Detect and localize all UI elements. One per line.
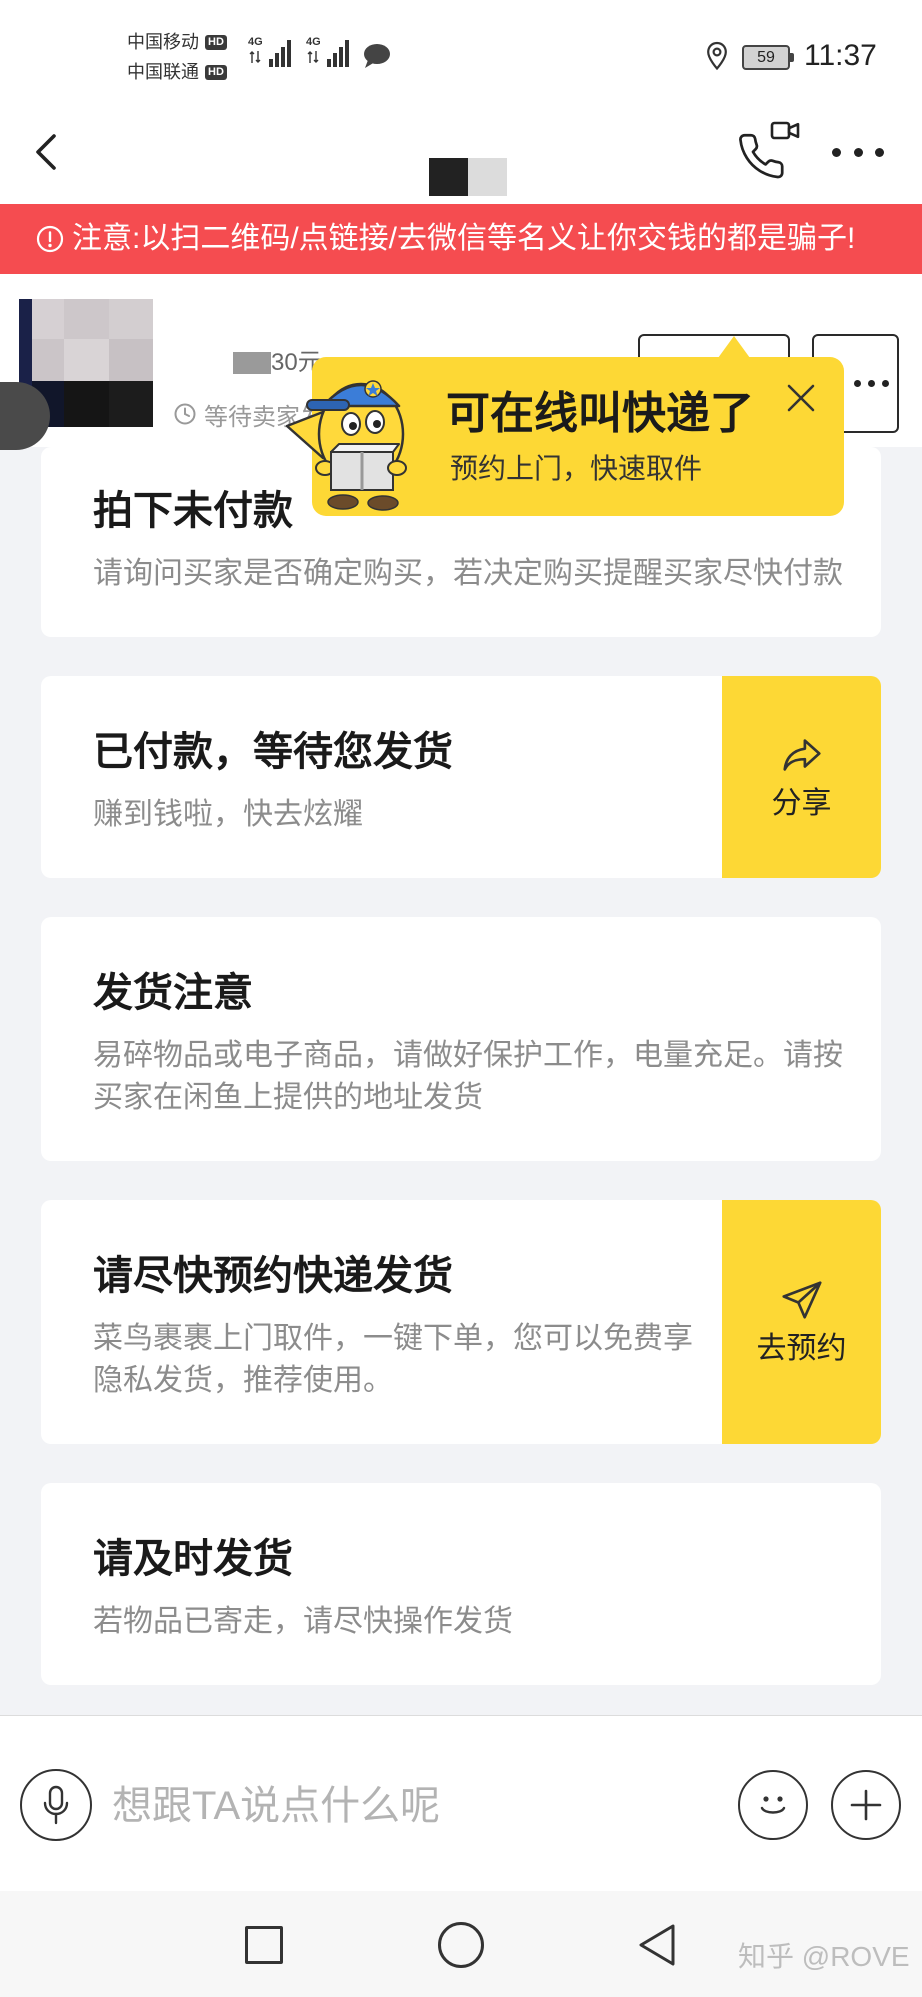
microphone-icon xyxy=(43,1785,69,1825)
card-description-line: 赚到钱啦，快去炫耀 xyxy=(93,798,363,831)
card-description-line: 若物品已寄走，请尽快操作发货 xyxy=(93,1605,513,1638)
card-description-line: 请询问买家是否确定购买，若决定购买提醒买家尽快付款 xyxy=(93,557,843,590)
message-input[interactable] xyxy=(112,1775,532,1837)
price-redaction xyxy=(233,352,271,374)
system-message-list: 拍下未付款 请询问买家是否确定购买，若决定购买提醒买家尽快付款 已付款，等待您发… xyxy=(41,447,881,1685)
network-type-1: 4G xyxy=(248,36,263,48)
status-bar: 中国移动 HD 中国联通 HD 4G 4G 59 11:37 xyxy=(0,0,922,102)
more-actions-button[interactable] xyxy=(831,1770,901,1840)
back-button[interactable] xyxy=(30,128,70,176)
card-paid-awaiting-shipment: 已付款，等待您发货 赚到钱啦，快去炫耀 分享 xyxy=(41,676,881,878)
tooltip-title: 可在线叫快递了 xyxy=(446,389,754,438)
battery-level: 59 xyxy=(757,49,775,66)
system-navigation-bar: 知乎 @ROVE xyxy=(0,1891,922,1997)
carrier-2-name: 中国联通 xyxy=(127,62,199,82)
signal-icon: 4G xyxy=(248,36,296,70)
voice-button[interactable] xyxy=(20,1769,92,1841)
book-pickup-label: 去预约 xyxy=(756,1332,847,1365)
carrier-1-name: 中国移动 xyxy=(127,32,199,52)
share-button[interactable]: 分享 xyxy=(722,676,881,878)
card-description: 若物品已寄走，请尽快操作发货 xyxy=(93,1601,829,1643)
plus-icon xyxy=(850,1789,882,1821)
location-icon xyxy=(707,41,727,71)
book-pickup-button[interactable]: 去预约 xyxy=(722,1200,881,1444)
chat-header xyxy=(0,102,922,204)
card-title: 已付款，等待您发货 xyxy=(93,730,453,774)
card-description-line: 买家在闲鱼上提供的地址发货 xyxy=(93,1081,483,1114)
more-icon xyxy=(854,380,889,387)
card-book-courier: 请尽快预约快递发货 菜鸟裹裹上门取件，一键下单，您可以免费享 隐私发货，推荐使用… xyxy=(41,1200,881,1444)
carrier-2: 中国联通 HD xyxy=(127,60,227,84)
more-icon[interactable] xyxy=(832,142,884,162)
paper-plane-icon xyxy=(781,1281,822,1319)
card-ship-promptly: 请及时发货 若物品已寄走，请尽快操作发货 xyxy=(41,1483,881,1685)
warning-text: 注意:以扫二维码/点链接/去微信等名义让你交钱的都是骗子! xyxy=(72,222,856,255)
back-icon[interactable] xyxy=(636,1922,678,1968)
tooltip-subtitle: 预约上门，快速取件 xyxy=(450,453,703,484)
share-icon xyxy=(782,739,821,771)
card-description-line: 隐私发货，推荐使用。 xyxy=(93,1364,393,1397)
hd-badge-2: HD xyxy=(205,64,227,80)
status-time: 11:37 xyxy=(804,39,877,72)
message-icon xyxy=(364,44,390,68)
card-description-line: 菜鸟裹裹上门取件，一键下单，您可以免费享 xyxy=(93,1322,693,1355)
call-button[interactable] xyxy=(734,119,802,183)
phone-video-icon xyxy=(739,121,800,179)
signal-icon: 4G xyxy=(306,36,354,70)
contact-name-redacted xyxy=(429,158,507,196)
tooltip-close-button[interactable] xyxy=(784,381,818,415)
emoji-icon xyxy=(760,1796,786,1814)
card-shipping-notice: 发货注意 易碎物品或电子商品，请做好保护工作，电量充足。请按 买家在闲鱼上提供的… xyxy=(41,917,881,1161)
recent-apps-icon[interactable] xyxy=(245,1926,283,1964)
emoji-button[interactable] xyxy=(738,1770,808,1840)
card-title: 请及时发货 xyxy=(93,1537,293,1581)
carrier-1: 中国移动 HD xyxy=(127,30,227,54)
card-description: 赚到钱啦，快去炫耀 xyxy=(93,794,829,836)
home-icon[interactable] xyxy=(438,1922,484,1968)
card-title: 请尽快预约快递发货 xyxy=(93,1254,453,1298)
message-input-bar xyxy=(0,1715,922,1891)
card-description: 易碎物品或电子商品，请做好保护工作，电量充足。请按 买家在闲鱼上提供的地址发货 xyxy=(93,1035,843,1119)
data-activity-icon xyxy=(249,51,261,63)
card-description: 菜鸟裹裹上门取件，一键下单，您可以免费享 隐私发货，推荐使用。 xyxy=(93,1318,829,1402)
hd-badge-1: HD xyxy=(205,34,227,50)
courier-fish-mascot-icon xyxy=(285,380,407,511)
data-activity-icon xyxy=(307,51,319,63)
card-description: 请询问买家是否确定购买，若决定购买提醒买家尽快付款 xyxy=(93,553,843,595)
signal-bars-icon xyxy=(327,40,349,67)
card-title: 发货注意 xyxy=(93,971,253,1015)
close-icon xyxy=(787,384,815,412)
signal-bars-icon xyxy=(269,40,291,67)
tooltip-pointer xyxy=(718,336,750,358)
clock-icon xyxy=(174,403,196,425)
battery-icon: 59 xyxy=(742,45,794,70)
watermark: 知乎 @ROVE xyxy=(738,1941,910,1972)
scam-warning-banner: 注意:以扫二维码/点链接/去微信等名义让你交钱的都是骗子! xyxy=(0,204,922,274)
share-button-label: 分享 xyxy=(771,787,832,820)
network-type-2: 4G xyxy=(306,36,321,48)
card-description-line: 易碎物品或电子商品，请做好保护工作，电量充足。请按 xyxy=(93,1039,843,1072)
chevron-left-icon xyxy=(36,134,56,170)
alert-circle-icon xyxy=(36,225,64,253)
